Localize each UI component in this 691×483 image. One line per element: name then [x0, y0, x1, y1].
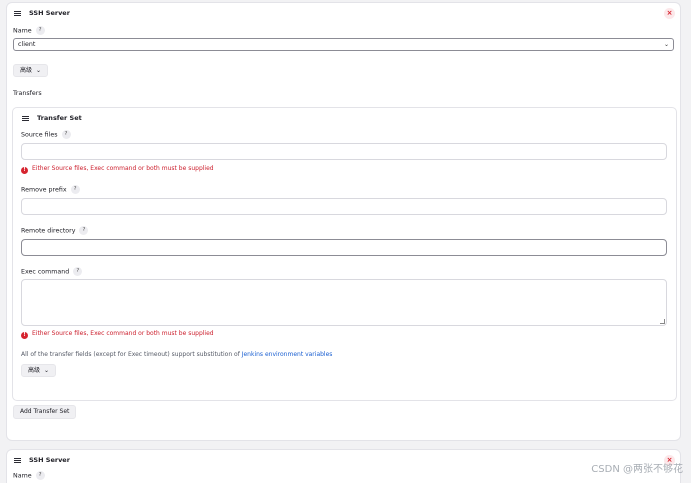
source-files-error: ! Either Source files, Exec command or bo… — [21, 165, 214, 174]
name-label-text: Name — [13, 472, 32, 480]
exec-command-label-text: Exec command — [21, 268, 70, 276]
remote-directory-input[interactable] — [21, 239, 667, 256]
ssh-server-panel: SSH Server × Name? client ⌄ 高级 ⌄ Transfer… — [6, 2, 681, 441]
note-text: All of the transfer fields (except for E… — [21, 351, 242, 358]
remote-directory-label-text: Remote directory — [21, 227, 76, 235]
ssh-server-title: SSH Server — [29, 9, 70, 17]
exec-command-textarea[interactable] — [21, 279, 667, 326]
remove-prefix-label: Remove prefix? — [21, 185, 80, 194]
source-files-label: Source files? — [21, 130, 71, 139]
drag-handle-icon[interactable] — [14, 11, 21, 16]
help-icon[interactable]: ? — [79, 226, 89, 235]
remove-prefix-input[interactable] — [21, 198, 667, 215]
help-icon[interactable]: ? — [73, 267, 83, 276]
source-files-label-text: Source files — [21, 131, 58, 139]
exec-command-error: ! Either Source files, Exec command or bo… — [21, 330, 214, 339]
error-message: Either Source files, Exec command or bot… — [32, 330, 214, 337]
csdn-watermark: CSDN @两张不够花 — [591, 464, 683, 475]
name-select[interactable]: client ⌄ — [13, 38, 674, 51]
drag-handle-icon[interactable] — [22, 116, 29, 121]
close-icon[interactable]: × — [664, 8, 675, 19]
advanced-button-label: 高级 — [20, 67, 33, 74]
remove-prefix-label-text: Remove prefix — [21, 186, 67, 194]
name-label: Name? — [13, 26, 45, 35]
resize-handle-icon[interactable] — [660, 319, 665, 324]
advanced-button-label: 高级 — [28, 367, 41, 374]
transfers-label: Transfers — [13, 90, 42, 97]
help-icon[interactable]: ? — [35, 26, 45, 35]
error-icon: ! — [21, 332, 28, 339]
remote-directory-label: Remote directory? — [21, 226, 89, 235]
name-label: Name? — [13, 471, 45, 480]
advanced-button[interactable]: 高级 ⌄ — [13, 64, 49, 77]
chevron-down-icon: ⌄ — [36, 67, 42, 74]
drag-handle-icon[interactable] — [14, 458, 21, 463]
add-transfer-set-button[interactable]: Add Transfer Set — [13, 405, 77, 419]
help-icon[interactable]: ? — [35, 471, 45, 480]
chevron-down-icon: ⌄ — [44, 367, 50, 374]
transfer-advanced-button[interactable]: 高级 ⌄ — [21, 364, 57, 377]
jenkins-env-vars-link[interactable]: Jenkins environment variables — [242, 351, 333, 358]
source-files-input[interactable] — [21, 143, 667, 160]
transfer-set-panel: Transfer Set Source files? ! Either Sourc… — [12, 107, 677, 401]
help-icon[interactable]: ? — [61, 130, 71, 139]
exec-command-label: Exec command? — [21, 267, 83, 276]
error-icon: ! — [21, 167, 28, 174]
ssh-server-title: SSH Server — [29, 456, 70, 464]
chevron-down-icon: ⌄ — [663, 41, 669, 48]
name-label-text: Name — [13, 27, 32, 35]
transfer-set-title: Transfer Set — [37, 114, 82, 122]
name-select-value: client — [18, 41, 36, 48]
help-icon[interactable]: ? — [70, 185, 80, 194]
ssh-server-panel-2: SSH Server × Name? — [6, 449, 681, 483]
error-message: Either Source files, Exec command or bot… — [32, 165, 214, 172]
substitution-note: All of the transfer fields (except for E… — [21, 351, 332, 358]
